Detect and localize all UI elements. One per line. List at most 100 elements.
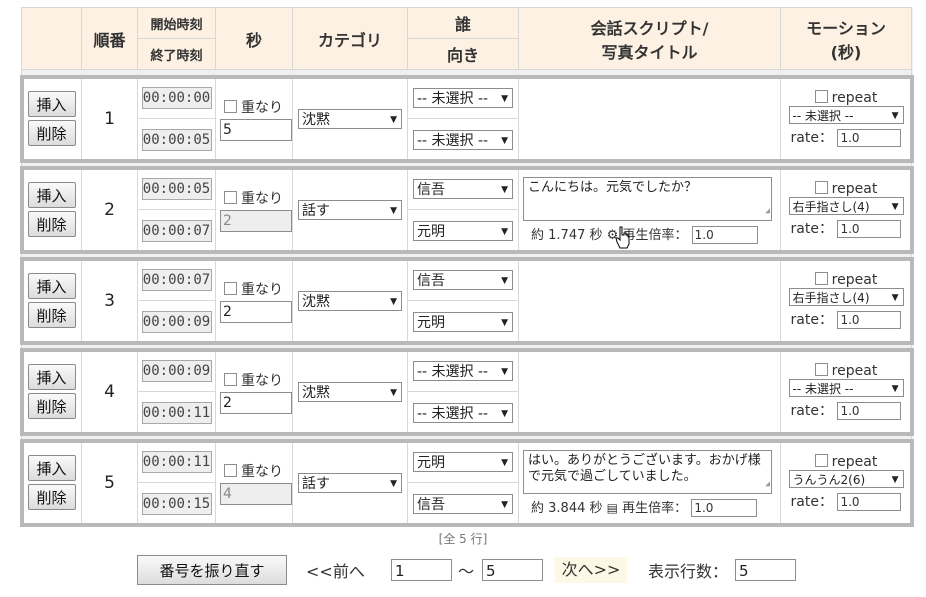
rate-label: rate：: [790, 312, 833, 328]
start-time-field: 00:00:09: [141, 359, 212, 382]
overlap-checkbox[interactable]: [224, 99, 237, 113]
category-value: 沈黙: [302, 384, 330, 401]
overlap-checkbox[interactable]: [224, 463, 237, 477]
header-who: 誰: [407, 7, 519, 39]
rows-per-page-input[interactable]: 5: [735, 559, 796, 581]
category-select[interactable]: 話す ▼: [298, 199, 402, 220]
seconds-input[interactable]: 2: [220, 391, 292, 414]
repeat-checkbox[interactable]: [814, 272, 828, 285]
header-end-time: 終了時刻: [137, 38, 216, 70]
rate-input[interactable]: 1.0: [837, 493, 902, 511]
row-number: 5: [81, 440, 138, 525]
rate-input[interactable]: 1.0: [837, 220, 902, 238]
next-page-link[interactable]: 次へ>>: [555, 557, 627, 583]
tilde-label: ～: [458, 562, 475, 581]
page-to-input[interactable]: 5: [482, 559, 543, 581]
who-select[interactable]: 信吾 ▼: [413, 269, 513, 290]
repeat-checkbox[interactable]: [814, 181, 828, 194]
category-select[interactable]: 沈黙 ▼: [298, 290, 402, 311]
motion-select[interactable]: 右手指さし(4) ▼: [788, 288, 904, 306]
end-time-field: 00:00:07: [141, 219, 212, 242]
dropdown-arrow-icon: ▼: [390, 387, 397, 398]
motion-select[interactable]: -- 未選択 -- ▼: [788, 106, 904, 124]
direction-select[interactable]: 元明 ▼: [413, 311, 513, 332]
sec-unit-label: 秒: [589, 227, 603, 243]
motion-select[interactable]: -- 未選択 -- ▼: [788, 379, 904, 397]
overlap-checkbox[interactable]: [224, 372, 237, 386]
seconds-input[interactable]: 5: [220, 118, 292, 141]
rate-input[interactable]: 1.0: [837, 402, 902, 420]
direction-select[interactable]: -- 未選択 -- ▼: [413, 402, 513, 423]
page-from-input[interactable]: 1: [391, 559, 452, 581]
header-script: 会話スクリプト/ 写真タイトル: [518, 7, 781, 70]
insert-button[interactable]: 挿入: [27, 182, 76, 208]
audio-file-icon[interactable]: ▤: [607, 501, 618, 515]
insert-button[interactable]: 挿入: [27, 91, 76, 117]
direction-select[interactable]: 信吾 ▼: [413, 493, 513, 514]
script-cell: [518, 349, 781, 434]
rate-input[interactable]: 1.0: [837, 129, 902, 147]
playback-rate-label: 再生倍率：: [622, 227, 688, 243]
who-select[interactable]: -- 未選択 -- ▼: [413, 87, 513, 108]
resize-grip-icon[interactable]: ◢: [765, 203, 770, 219]
rate-label: rate：: [790, 130, 833, 146]
repeat-checkbox[interactable]: [814, 363, 828, 376]
overlap-label: 重なり: [241, 463, 283, 480]
renumber-button[interactable]: 番号を振り直す: [137, 555, 287, 585]
row-number: 3: [81, 258, 138, 343]
script-cell: [518, 258, 781, 343]
script-text: こんにちは。元気でしたか？: [528, 179, 698, 195]
who-value: -- 未選択 --: [417, 363, 489, 380]
motion-value: 右手指さし(4): [792, 200, 870, 214]
repeat-checkbox[interactable]: [814, 454, 828, 467]
motion-select[interactable]: うんうん2(6) ▼: [788, 470, 904, 488]
delete-button[interactable]: 削除: [27, 393, 76, 419]
motion-value: -- 未選択 --: [792, 109, 854, 123]
direction-select[interactable]: 元明 ▼: [413, 220, 513, 241]
direction-select[interactable]: -- 未選択 -- ▼: [413, 129, 513, 150]
duration-value: 3.844: [548, 500, 586, 516]
category-select[interactable]: 沈黙 ▼: [298, 381, 402, 402]
insert-button[interactable]: 挿入: [27, 273, 76, 299]
row-number: 4: [81, 349, 138, 434]
delete-button[interactable]: 削除: [27, 302, 76, 328]
category-select[interactable]: 話す ▼: [298, 472, 402, 493]
end-time-field: 00:00:11: [141, 401, 212, 424]
delete-button[interactable]: 削除: [27, 120, 76, 146]
table-row: 挿入 削除 3 00:00:07 重なり 2 沈黙 ▼ 信吾 ▼ repeat 右手指さ…: [19, 256, 914, 345]
who-value: 信吾: [417, 181, 445, 198]
rows-per-page-label: 表示行数：: [648, 562, 729, 581]
dropdown-arrow-icon: ▼: [501, 499, 508, 510]
overlap-checkbox[interactable]: [224, 190, 237, 204]
seconds-input[interactable]: 2: [220, 300, 292, 323]
motion-select[interactable]: 右手指さし(4) ▼: [788, 197, 904, 215]
rate-label: rate：: [790, 403, 833, 419]
category-select[interactable]: 沈黙 ▼: [298, 108, 402, 129]
rate-input[interactable]: 1.0: [837, 311, 902, 329]
header-category: カテゴリ: [292, 7, 408, 70]
who-select[interactable]: -- 未選択 -- ▼: [413, 360, 513, 381]
prev-page-link[interactable]: <<前へ: [306, 558, 365, 582]
category-value: 沈黙: [302, 111, 330, 128]
delete-button[interactable]: 削除: [27, 484, 76, 510]
script-textarea[interactable]: こんにちは。元気でしたか？ ◢: [523, 176, 772, 221]
header-motion-line2: (秒): [830, 42, 862, 62]
rate-label: rate：: [790, 221, 833, 237]
who-select[interactable]: 信吾 ▼: [413, 178, 513, 199]
overlap-checkbox[interactable]: [224, 281, 237, 295]
category-value: 話す: [302, 475, 330, 492]
insert-button[interactable]: 挿入: [27, 455, 76, 481]
dropdown-arrow-icon: ▼: [891, 202, 899, 212]
who-select[interactable]: 元明 ▼: [413, 451, 513, 472]
delete-button[interactable]: 削除: [27, 211, 76, 237]
overlap-label: 重なり: [241, 372, 283, 389]
insert-button[interactable]: 挿入: [27, 364, 76, 390]
script-textarea[interactable]: はい。ありがとうございます。おかげ様で元気で過ごしていました。 ◢: [523, 449, 772, 494]
playback-rate-input[interactable]: 1.0: [691, 499, 758, 518]
repeat-label: repeat: [831, 272, 878, 288]
playback-rate-input[interactable]: 1.0: [691, 226, 758, 245]
resize-grip-icon[interactable]: ◢: [765, 476, 770, 492]
repeat-checkbox[interactable]: [814, 90, 828, 103]
dropdown-arrow-icon: ▼: [501, 93, 508, 104]
repeat-label: repeat: [831, 454, 878, 470]
